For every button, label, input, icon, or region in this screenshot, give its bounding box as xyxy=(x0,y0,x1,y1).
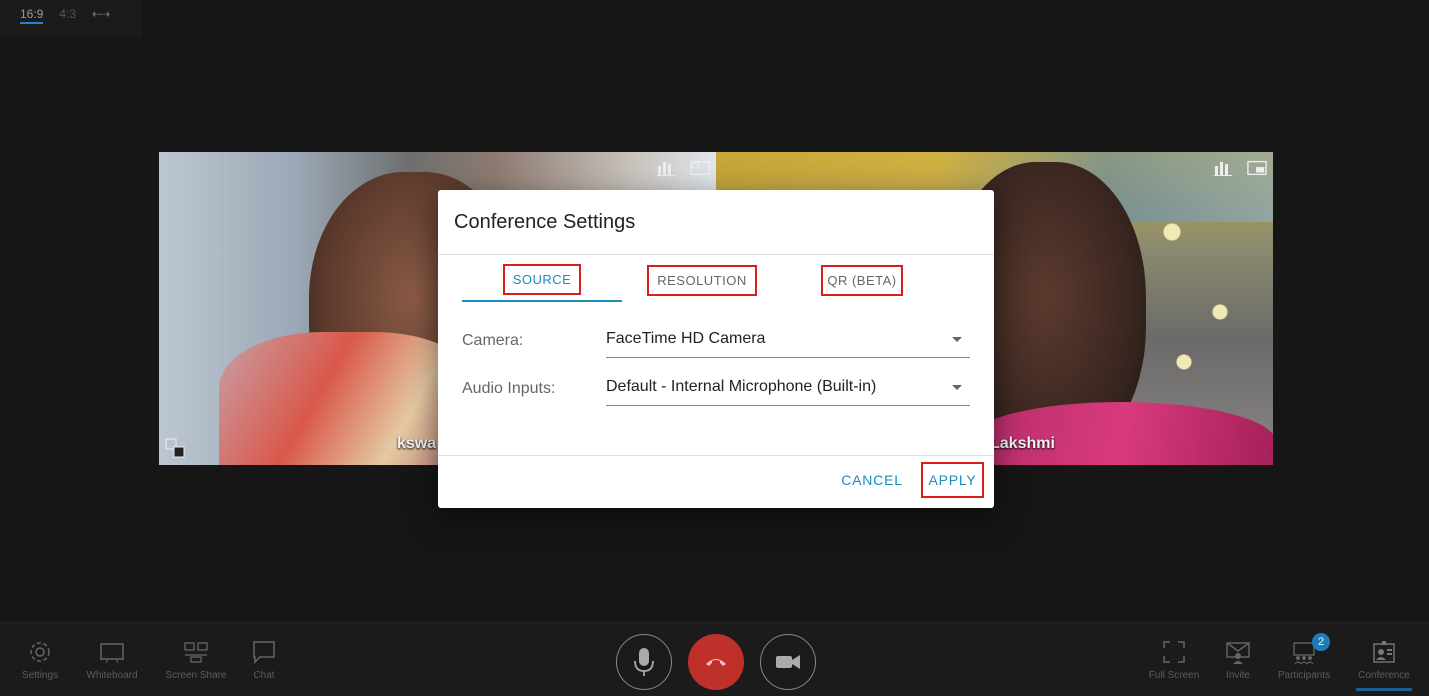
whiteboard-button[interactable]: Whiteboard xyxy=(72,639,152,681)
aspect-ratio-bar: 16:9 4:3 ⇠⇢ xyxy=(0,0,142,37)
swap-arrows-icon[interactable]: ⇠⇢ xyxy=(92,7,110,21)
tile-icons xyxy=(656,158,710,176)
aspect-16-9-option[interactable]: 16:9 xyxy=(20,7,44,24)
tab-qr-beta[interactable]: QR (BETA) xyxy=(782,258,942,302)
microphone-button[interactable] xyxy=(616,634,672,690)
camera-value: FaceTime HD Camera xyxy=(606,330,766,347)
whiteboard-label: Whiteboard xyxy=(86,670,138,681)
conference-button[interactable]: Conference xyxy=(1344,639,1424,681)
bar-chart-icon[interactable] xyxy=(1213,158,1233,176)
participant-name: kswa xyxy=(397,435,437,452)
conference-icon xyxy=(1373,641,1395,663)
tab-label: QR (BETA) xyxy=(821,264,903,296)
tab-resolution[interactable]: RESOLUTION xyxy=(622,258,782,302)
audio-input-value: Default - Internal Microphone (Built-in) xyxy=(606,378,877,395)
apply-button[interactable]: APPLY xyxy=(921,462,984,498)
settings-tabs: SOURCE RESOLUTION QR (BETA) xyxy=(462,258,942,302)
screen-icon[interactable] xyxy=(690,158,710,176)
bar-chart-icon[interactable] xyxy=(656,158,676,176)
audio-input-label: Audio Inputs: xyxy=(462,380,556,397)
audio-input-field: Audio Inputs: Default - Internal Microph… xyxy=(462,366,970,406)
conference-settings-dialog: Conference Settings SOURCE RESOLUTION QR… xyxy=(438,190,994,508)
chevron-down-icon xyxy=(952,337,962,342)
chevron-down-icon xyxy=(952,385,962,390)
camera-field: Camera: FaceTime HD Camera xyxy=(462,318,970,358)
participants-label: Participants xyxy=(1277,670,1331,681)
settings-button[interactable]: Settings xyxy=(0,639,80,681)
camera-select[interactable]: FaceTime HD Camera xyxy=(606,318,970,358)
divider xyxy=(438,455,994,456)
video-camera-icon xyxy=(776,655,800,669)
aspect-4-3-option[interactable]: 4:3 xyxy=(59,7,76,21)
chat-button[interactable]: Chat xyxy=(224,639,304,681)
invite-label: Invite xyxy=(1226,670,1250,681)
video-camera-button[interactable] xyxy=(760,634,816,690)
tile-icons xyxy=(1213,158,1267,176)
tab-label: RESOLUTION xyxy=(647,264,757,296)
pip-icon[interactable] xyxy=(1247,158,1267,176)
participant-name: Lakshmi xyxy=(990,435,1055,452)
participants-button[interactable]: Participants 2 xyxy=(1264,633,1344,681)
whiteboard-icon xyxy=(100,643,124,664)
fullscreen-icon xyxy=(1163,641,1185,663)
camera-label: Camera: xyxy=(462,332,524,349)
chat-icon xyxy=(253,641,275,664)
full-screen-label: Full Screen xyxy=(1148,670,1200,681)
screen-share-icon xyxy=(184,642,208,663)
settings-label: Settings xyxy=(21,670,59,681)
participants-count-badge: 2 xyxy=(1312,633,1330,651)
pip-icon[interactable] xyxy=(164,437,186,459)
hang-up-button[interactable] xyxy=(688,634,744,690)
audio-input-select[interactable]: Default - Internal Microphone (Built-in) xyxy=(606,366,970,406)
tab-label: SOURCE xyxy=(502,263,582,295)
invite-icon xyxy=(1226,642,1250,664)
conference-label: Conference xyxy=(1358,670,1410,681)
cancel-button[interactable]: CANCEL xyxy=(836,462,908,498)
screen-share-label: Screen Share xyxy=(165,670,227,681)
chat-label: Chat xyxy=(253,670,275,681)
tab-source[interactable]: SOURCE xyxy=(462,258,622,302)
divider xyxy=(438,254,994,255)
participant-video-lights xyxy=(1136,192,1256,392)
dialog-title: Conference Settings xyxy=(454,211,636,233)
microphone-icon xyxy=(634,648,654,676)
active-indicator xyxy=(1356,688,1412,691)
gear-icon xyxy=(30,642,50,662)
hang-up-icon xyxy=(706,659,726,666)
